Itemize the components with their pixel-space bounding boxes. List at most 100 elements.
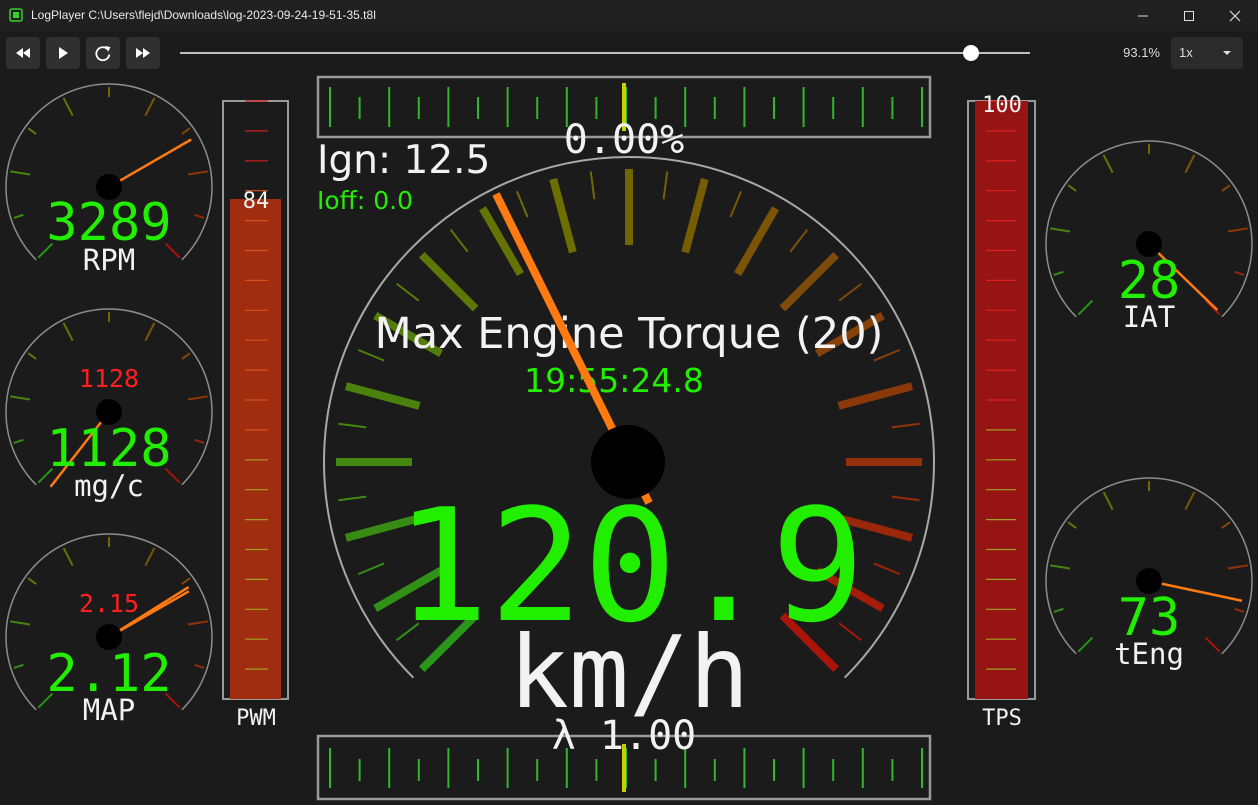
speedometer-tick [395, 282, 420, 302]
gauge-tick [144, 322, 156, 342]
gauge-tick [62, 322, 74, 342]
map-gauge: 2.15 2.12 MAP [5, 533, 213, 727]
event-title: Max Engine Torque (20) [375, 309, 884, 359]
teng-gauge: 73 tEng [1045, 477, 1253, 671]
speedometer-tick [891, 422, 920, 429]
close-button[interactable] [1212, 0, 1258, 31]
mgc-gauge: 1128 1128 mg/c [5, 308, 213, 503]
iat-gauge: 28 IAT [1045, 140, 1253, 334]
speedometer-tick [837, 382, 914, 410]
app-icon [9, 8, 23, 22]
rpm-gauge: 3289 RPM [5, 83, 213, 277]
gauge-tick [1050, 564, 1071, 570]
gauge-tick [1184, 491, 1196, 511]
chevron-down-icon [1223, 51, 1231, 55]
ignition-offset: Ioff: 0.0 [317, 186, 413, 215]
gauge-tick [1067, 184, 1077, 192]
speedometer-tick [357, 562, 385, 576]
forward-button[interactable] [126, 37, 160, 69]
map-label: MAP [83, 693, 135, 727]
lambda-value: λ 1.00 [552, 713, 697, 759]
gauge-tick [10, 620, 31, 626]
play-icon [59, 47, 68, 59]
speedometer-tick [338, 422, 367, 429]
gauge-tick [1067, 521, 1077, 529]
gauge-tick [144, 97, 156, 117]
speedometer-tick [734, 206, 779, 277]
gauge-tick [10, 395, 31, 401]
rpm-label: RPM [83, 243, 135, 277]
gauge-tick [1221, 184, 1231, 192]
map-peak: 2.15 [79, 589, 139, 618]
speedometer-tick [449, 228, 469, 253]
dashboard: 3289 RPM 1128 1128 mg/c 2.15 2.12 MAP 28… [0, 75, 1258, 805]
gauge-tick [144, 547, 156, 567]
pwm-value: 84 [243, 189, 270, 214]
gauge-tick [1234, 270, 1245, 276]
speedometer-tick [873, 562, 901, 576]
iat-label: IAT [1123, 300, 1175, 334]
gauge-tick [10, 170, 31, 176]
gauge-tick [181, 127, 191, 135]
close-icon [1229, 10, 1241, 22]
mgc-peak: 1128 [79, 364, 139, 393]
maximize-icon [1184, 11, 1194, 21]
tps-bar: 100 TPS [967, 93, 1036, 731]
event-time: 19:55:24.8 [524, 361, 704, 400]
gauge-tick [1221, 521, 1231, 529]
gauge-tick [1077, 636, 1094, 653]
play-button[interactable] [46, 37, 80, 69]
gauge-tick [27, 127, 37, 135]
gauge-tick [181, 352, 191, 360]
playback-slider-track[interactable] [180, 52, 1030, 54]
gauge-tick [1102, 491, 1114, 511]
gauge-tick [13, 663, 24, 669]
speedometer-tick [789, 228, 809, 253]
gauge-needle [108, 138, 192, 189]
pwm-label: PWM [236, 706, 276, 731]
title-bar: LogPlayer C:\Users\flejd\Downloads\log-2… [0, 0, 1258, 32]
speedometer-tick [589, 171, 596, 200]
speedometer-tick [515, 190, 529, 218]
restart-icon [95, 46, 111, 62]
gauge-tick [1053, 607, 1064, 613]
gauge-tick [187, 395, 208, 401]
speedometer-tick [418, 251, 479, 312]
gauge-tick [1077, 299, 1094, 316]
teng-label: tEng [1114, 637, 1184, 671]
speedometer-tick [681, 177, 709, 254]
tps-value: 100 [982, 93, 1022, 118]
gauge-tick [187, 170, 208, 176]
speedometer-hub [591, 425, 665, 499]
speed-select[interactable]: 1x [1171, 37, 1243, 69]
restart-button[interactable] [86, 37, 120, 69]
gauge-tick [194, 213, 205, 219]
speedometer-tick [479, 206, 524, 277]
gauge-tick [13, 213, 24, 219]
speedometer-tick [549, 177, 577, 254]
speedometer: Max Engine Torque (20) 19:55:24.8 120.9 … [323, 156, 935, 759]
minimize-icon [1138, 15, 1148, 17]
speedometer-tick [891, 495, 920, 502]
speedometer-tick [338, 495, 367, 502]
fast-forward-icon [136, 48, 150, 58]
gauge-tick [27, 352, 37, 360]
maximize-button[interactable] [1166, 0, 1212, 31]
playback-progress: 93.1% [1123, 45, 1160, 60]
gauge-tick [1184, 154, 1196, 174]
speedometer-tick [729, 190, 743, 218]
pwm-bar-fill [230, 199, 281, 699]
speedometer-tick [779, 251, 840, 312]
gauge-tick [1102, 154, 1114, 174]
gauge-tick [1204, 636, 1221, 653]
rewind-button[interactable] [6, 37, 40, 69]
ignition-value: Ign: 12.5 [317, 138, 490, 183]
window-title: LogPlayer C:\Users\flejd\Downloads\log-2… [31, 8, 376, 22]
gauge-tick [62, 97, 74, 117]
gauge-tick [194, 663, 205, 669]
minimize-button[interactable] [1120, 0, 1166, 31]
gauge-tick [194, 438, 205, 444]
gauge-tick [187, 620, 208, 626]
gauge-tick [13, 438, 24, 444]
gauge-tick [1227, 227, 1248, 233]
